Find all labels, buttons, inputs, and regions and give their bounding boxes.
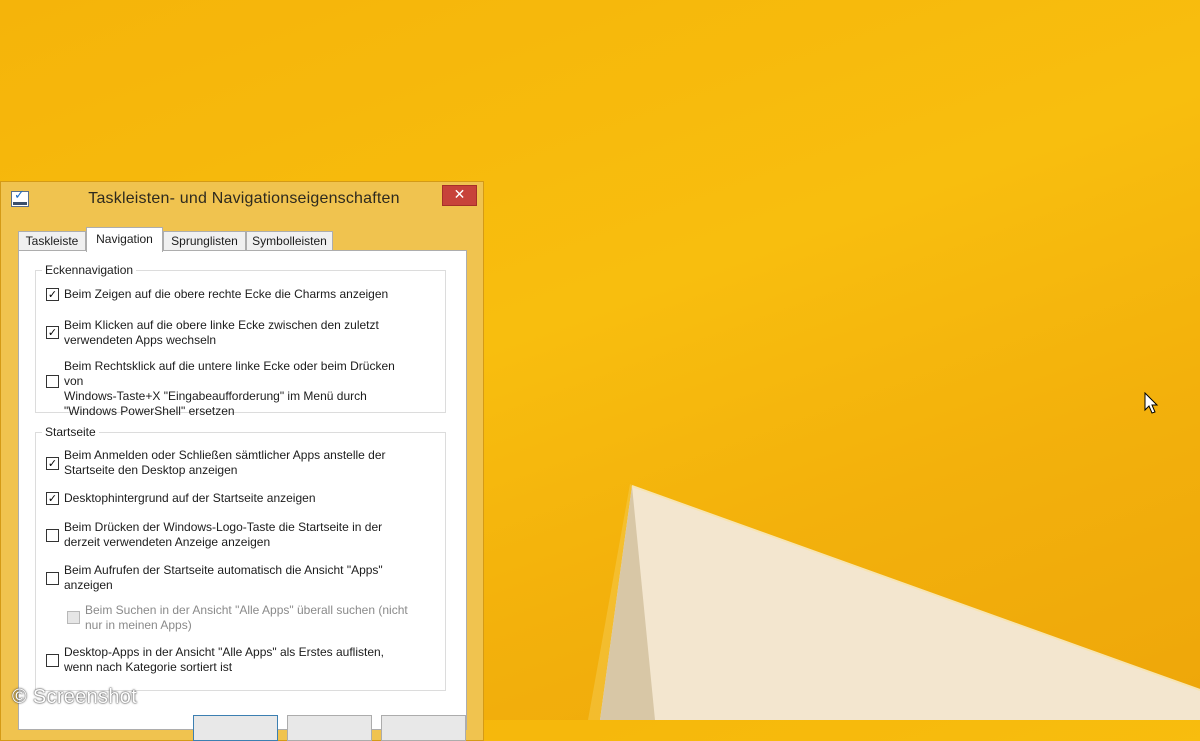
copyright-watermark: © Screenshot (12, 686, 138, 708)
cancel-button[interactable] (287, 715, 372, 741)
checkbox-recent-apps[interactable]: ✓ (46, 326, 59, 339)
close-button[interactable]: ✕ (442, 185, 477, 206)
checkbox-search-everywhere (67, 611, 80, 624)
checkbox-windows-key-display[interactable] (46, 529, 59, 542)
option-label: Desktop-Apps in der Ansicht "Alle Apps" … (64, 645, 385, 674)
dialog-title: Taskleisten- und Navigationseigenschafte… (88, 190, 400, 207)
close-icon: ✕ (453, 187, 466, 203)
tab-navigation[interactable]: Navigation (86, 227, 163, 252)
mouse-pointer-icon (1144, 392, 1159, 414)
option-label: Beim Zeigen auf die obere rechte Ecke di… (64, 287, 389, 301)
navigation-panel: Eckennavigation ✓ Beim Zeigen auf die ob… (18, 250, 467, 730)
tab-taskleiste[interactable]: Taskleiste (18, 231, 86, 251)
properties-dialog: ✓ Taskleisten- und Navigationseigenschaf… (0, 181, 484, 741)
title-bar[interactable]: ✓ Taskleisten- und Navigationseigenschaf… (1, 182, 483, 216)
option-label: Beim Klicken auf die obere linke Ecke zw… (64, 318, 379, 347)
checkbox-desktop-background[interactable]: ✓ (46, 492, 59, 505)
option-label: Desktophintergrund auf der Startseite an… (64, 491, 316, 505)
checkbox-apps-view[interactable] (46, 572, 59, 585)
apply-button[interactable] (381, 715, 466, 741)
group-label-startseite: Startseite (42, 425, 99, 439)
ok-button[interactable] (193, 715, 278, 741)
checkbox-desktop-apps-first[interactable] (46, 654, 59, 667)
tab-sprunglisten[interactable]: Sprunglisten (163, 231, 246, 251)
option-label: Beim Drücken der Windows-Logo-Taste die … (64, 520, 383, 549)
checkbox-desktop-on-signin[interactable]: ✓ (46, 457, 59, 470)
option-label: Beim Rechtsklick auf die untere linke Ec… (64, 359, 395, 418)
option-label: Beim Anmelden oder Schließen sämtlicher … (64, 448, 386, 477)
option-label: Beim Aufrufen der Startseite automatisch… (64, 563, 383, 592)
checkbox-charms[interactable]: ✓ (46, 288, 59, 301)
group-label-eckennavigation: Eckennavigation (42, 263, 137, 277)
corner-navigation-group: Eckennavigation ✓ Beim Zeigen auf die ob… (35, 263, 446, 418)
option-label: Beim Suchen in der Ansicht "Alle Apps" ü… (85, 603, 408, 632)
start-screen-group: Startseite ✓ Beim Anmelden oder Schließe… (35, 425, 446, 691)
tab-symbolleisten[interactable]: Symbolleisten (246, 231, 333, 251)
checkbox-powershell[interactable] (46, 375, 59, 388)
